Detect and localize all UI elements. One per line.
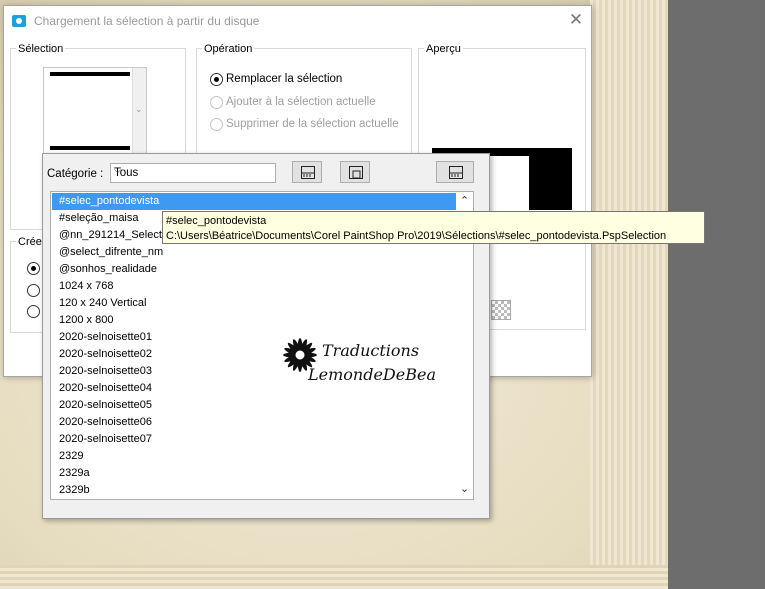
selection-thumbnail-list[interactable]: ⌄: [43, 67, 147, 155]
category-select[interactable]: Tous ⌵: [110, 163, 276, 183]
create-option-radio-1[interactable]: [27, 262, 40, 275]
folder-button[interactable]: [340, 161, 370, 183]
folder-icon: [349, 166, 363, 179]
grid-icon: [301, 166, 315, 179]
tooltip-path: C:\Users\Béatrice\Documents\Corel PaintS…: [166, 230, 667, 242]
list-item[interactable]: 2020-selnoisette07: [52, 431, 456, 448]
list-item[interactable]: @sonhos_realidade: [52, 261, 456, 278]
tooltip-name: #selec_pontodevista: [166, 215, 267, 227]
list-item[interactable]: 1024 x 768: [52, 278, 456, 295]
create-option-radio-2[interactable]: [27, 284, 40, 297]
dialog-title: Chargement la sélection à partir du disq…: [34, 14, 260, 28]
list-item[interactable]: 2020-selnoisette06: [52, 414, 456, 431]
watermark-line-1: Traductions: [322, 341, 420, 360]
background-pattern-bottom: [0, 565, 668, 589]
watermark-logo: Traductions LemondeDeBea: [278, 333, 448, 389]
chevron-down-icon: ⌵: [114, 165, 122, 176]
background-pattern: [590, 0, 668, 589]
chevron-up-icon[interactable]: ⌃: [460, 194, 469, 207]
chevron-down-icon: ⌄: [135, 104, 143, 114]
title-bar[interactable]: Chargement la sélection à partir du disq…: [4, 6, 591, 36]
preview-group-label: Aperçu: [424, 43, 463, 55]
category-label: Catégorie :: [47, 168, 104, 180]
chevron-down-icon[interactable]: ⌄: [460, 482, 469, 495]
options-button[interactable]: [436, 161, 474, 183]
list-item[interactable]: @select_difrente_nm: [52, 244, 456, 261]
list-item[interactable]: 120 x 240 Vertical: [52, 295, 456, 312]
thumbnail-scrollbar[interactable]: ⌄: [132, 68, 146, 154]
file-tooltip: #selec_pontodevista C:\Users\Béatrice\Do…: [162, 211, 705, 244]
camera-icon: [12, 15, 26, 27]
create-option-radio-3[interactable]: [27, 305, 40, 318]
list-item[interactable]: 1200 x 800: [52, 312, 456, 329]
transparency-checker-icon[interactable]: [491, 300, 511, 320]
close-icon[interactable]: ✕: [566, 10, 586, 30]
watermark-line-2: LemondeDeBea: [308, 365, 436, 384]
create-group-label: Crée: [16, 236, 44, 248]
add-selection-label[interactable]: Ajouter à la sélection actuelle: [226, 96, 376, 108]
list-item[interactable]: #selec_pontodevista: [52, 193, 456, 210]
add-selection-radio[interactable]: [210, 96, 223, 109]
selection-group-label: Sélection: [16, 43, 66, 55]
list-item[interactable]: 2329b: [52, 482, 456, 499]
list-item[interactable]: 2329a: [52, 465, 456, 482]
grid-icon: [449, 166, 463, 179]
operation-group-label: Opération: [202, 43, 255, 55]
list-item[interactable]: 2020-selnoisette05: [52, 397, 456, 414]
replace-selection-label[interactable]: Remplacer la sélection: [226, 73, 342, 85]
list-item[interactable]: 2329: [52, 448, 456, 465]
list-view-button[interactable]: [292, 161, 322, 183]
background-gray-area: [668, 0, 765, 589]
subtract-selection-label[interactable]: Supprimer de la sélection actuelle: [226, 118, 399, 130]
replace-selection-radio[interactable]: [210, 73, 223, 86]
subtract-selection-radio[interactable]: [210, 118, 223, 131]
